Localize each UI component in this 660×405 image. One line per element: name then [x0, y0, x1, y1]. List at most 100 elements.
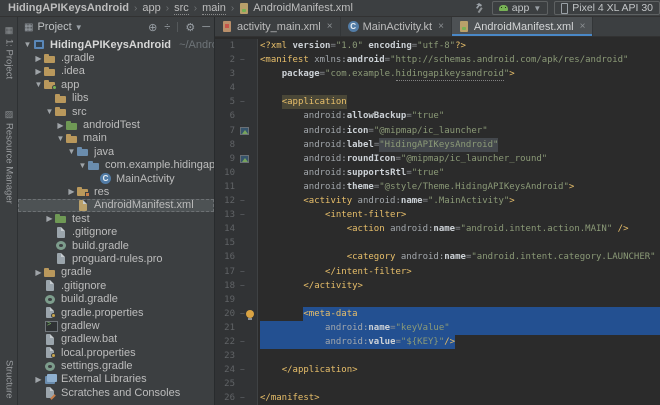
code-line-13[interactable]: 13− <intent-filter>	[215, 208, 660, 222]
tree-item-build-gradle[interactable]: build.gradle	[18, 292, 214, 305]
chevron-right-icon[interactable]: ▶	[33, 375, 44, 384]
tree-item-app[interactable]: ▼app	[18, 78, 214, 91]
chevron-down-icon[interactable]: ▼	[75, 23, 83, 32]
chevron-right-icon[interactable]: ▶	[44, 214, 55, 223]
chevron-right-icon[interactable]: ▶	[33, 67, 44, 76]
chevron-right-icon[interactable]: ▶	[66, 187, 77, 196]
tree-item-com-example-hidingapikeys[interactable]: ▼com.example.hidingapikeys	[18, 159, 214, 172]
tree-item-androidmanifest-xml[interactable]: AndroidManifest.xml	[18, 199, 214, 212]
chevron-down-icon[interactable]: ▼	[55, 134, 66, 143]
breadcrumb-item[interactable]: app	[142, 2, 160, 14]
close-tab-icon[interactable]: ×	[327, 21, 333, 32]
code-line-5[interactable]: 5− <application	[215, 95, 660, 109]
drawable-preview-icon[interactable]	[240, 155, 249, 163]
tree-item-settings-gradle[interactable]: settings.gradle	[18, 359, 214, 372]
fold-marker-icon[interactable]: −	[240, 366, 245, 374]
tool-window-button-project[interactable]: ▦ 1: Project	[0, 25, 18, 79]
code-line-25[interactable]: 25	[215, 377, 660, 391]
project-view-title[interactable]: Project	[37, 21, 71, 33]
breadcrumb-item[interactable]: HidingAPIKeysAndroid	[8, 2, 129, 14]
code-line-16[interactable]: 16 <category android:name="android.inten…	[215, 250, 660, 264]
code-line-24[interactable]: 24− </application>	[215, 363, 660, 377]
tree-item--gitignore[interactable]: .gitignore	[18, 225, 214, 238]
tree-item-proguard-rules-pro[interactable]: proguard-rules.pro	[18, 252, 214, 265]
tree-item-gradle[interactable]: ▶gradle	[18, 266, 214, 279]
code-line-19[interactable]: 19	[215, 293, 660, 307]
chevron-right-icon[interactable]: ▶	[55, 121, 66, 130]
hide-panel-icon[interactable]: ─	[202, 21, 210, 33]
code-editor[interactable]: 1<?xml version="1.0" encoding="utf-8"?>2…	[215, 37, 660, 405]
tree-item-gradle-properties[interactable]: gradle.properties	[18, 306, 214, 319]
tree-item-androidtest[interactable]: ▶androidTest	[18, 118, 214, 131]
tree-item-libs[interactable]: libs	[18, 92, 214, 105]
fold-marker-icon[interactable]: −	[240, 310, 245, 318]
device-selector[interactable]: Pixel 4 XL API 30	[554, 1, 660, 15]
breadcrumb-item[interactable]: src	[174, 2, 189, 15]
intention-bulb-icon[interactable]	[246, 310, 254, 318]
code-line-4[interactable]: 4	[215, 81, 660, 95]
fold-marker-icon[interactable]: −	[240, 211, 245, 219]
code-line-6[interactable]: 6 android:allowBackup="true"	[215, 109, 660, 123]
fold-marker-icon[interactable]: −	[240, 268, 245, 276]
fold-marker-icon[interactable]: −	[240, 98, 245, 106]
chevron-down-icon[interactable]: ▼	[77, 161, 88, 170]
drawable-preview-icon[interactable]	[240, 127, 249, 135]
close-tab-icon[interactable]: ×	[580, 21, 586, 32]
chevron-down-icon[interactable]: ▼	[66, 147, 77, 156]
code-line-2[interactable]: 2−<manifest xmlns:android="http://schema…	[215, 53, 660, 67]
fold-marker-icon[interactable]: −	[240, 338, 245, 346]
code-line-8[interactable]: 8 android:label="HidingAPIKeysAndroid"	[215, 138, 660, 152]
code-line-3[interactable]: 3 package="com.example.hidingapikeysandr…	[215, 67, 660, 81]
settings-gear-icon[interactable]: ⚙	[185, 21, 195, 34]
tree-item-hidingapikeysandroid[interactable]: ▼HidingAPIKeysAndroid ~/AndroidStudioP	[18, 38, 214, 51]
code-line-23[interactable]: 23	[215, 349, 660, 363]
code-line-12[interactable]: 12− <activity android:name=".MainActivit…	[215, 194, 660, 208]
tree-item--idea[interactable]: ▶.idea	[18, 65, 214, 78]
code-line-22[interactable]: 22− android:value="${KEY}"/>	[215, 335, 660, 349]
fold-marker-icon[interactable]: −	[240, 394, 245, 402]
code-line-11[interactable]: 11 android:theme="@style/Theme.HidingAPI…	[215, 180, 660, 194]
tree-item-local-properties[interactable]: local.properties	[18, 346, 214, 359]
tree-item-main[interactable]: ▼main	[18, 132, 214, 145]
chevron-down-icon[interactable]: ▼	[22, 40, 33, 49]
tree-item-gradlew-bat[interactable]: gradlew.bat	[18, 333, 214, 346]
code-line-7[interactable]: 7 android:icon="@mipmap/ic_launcher"	[215, 124, 660, 138]
breadcrumb-item[interactable]: main	[202, 2, 226, 15]
build-hammer-icon[interactable]	[474, 2, 486, 14]
tree-item-test[interactable]: ▶test	[18, 212, 214, 225]
chevron-down-icon[interactable]: ▼	[44, 107, 55, 116]
code-line-20[interactable]: 20− <meta-data	[215, 307, 660, 321]
code-line-18[interactable]: 18− </activity>	[215, 279, 660, 293]
tree-item-build-gradle[interactable]: build.gradle	[18, 239, 214, 252]
breadcrumb-item[interactable]: AndroidManifest.xml	[239, 2, 353, 14]
chevron-right-icon[interactable]: ▶	[33, 268, 44, 277]
code-line-21[interactable]: 21 android:name="keyValue"	[215, 321, 660, 335]
chevron-down-icon[interactable]: ▼	[33, 80, 44, 89]
tree-item-scratches-and-consoles[interactable]: Scratches and Consoles	[18, 386, 214, 399]
tool-window-button-structure[interactable]: Structure	[0, 360, 18, 399]
code-line-9[interactable]: 9 android:roundIcon="@mipmap/ic_launcher…	[215, 152, 660, 166]
code-line-17[interactable]: 17− </intent-filter>	[215, 265, 660, 279]
editor-tab-mainactivity-kt[interactable]: MainActivity.kt×	[341, 17, 452, 36]
chevron-right-icon[interactable]: ▶	[33, 54, 44, 63]
code-line-26[interactable]: 26−</manifest>	[215, 391, 660, 405]
tree-item-res[interactable]: ▶res	[18, 185, 214, 198]
fold-marker-icon[interactable]: −	[240, 282, 245, 290]
tree-item--gitignore[interactable]: .gitignore	[18, 279, 214, 292]
code-line-10[interactable]: 10 android:supportsRtl="true"	[215, 166, 660, 180]
collapse-all-icon[interactable]: ÷	[164, 21, 170, 33]
close-tab-icon[interactable]: ×	[438, 21, 444, 32]
locate-file-icon[interactable]: ⊕	[148, 21, 157, 34]
code-line-1[interactable]: 1<?xml version="1.0" encoding="utf-8"?>	[215, 39, 660, 53]
tree-item-external-libraries[interactable]: ▶External Libraries	[18, 373, 214, 386]
tree-item-src[interactable]: ▼src	[18, 105, 214, 118]
fold-marker-icon[interactable]: −	[240, 56, 245, 64]
tool-window-button-resource-manager[interactable]: ▨ Resource Manager	[0, 109, 18, 204]
editor-tab-androidmanifest-xml[interactable]: AndroidManifest.xml×	[452, 17, 594, 36]
fold-marker-icon[interactable]: −	[240, 197, 245, 205]
tree-item-gradlew[interactable]: gradlew	[18, 319, 214, 332]
run-config-selector[interactable]: app ▼	[492, 1, 548, 15]
tree-item-mainactivity[interactable]: MainActivity	[18, 172, 214, 185]
code-line-14[interactable]: 14 <action android:name="android.intent.…	[215, 222, 660, 236]
tree-item--gradle[interactable]: ▶.gradle	[18, 51, 214, 64]
